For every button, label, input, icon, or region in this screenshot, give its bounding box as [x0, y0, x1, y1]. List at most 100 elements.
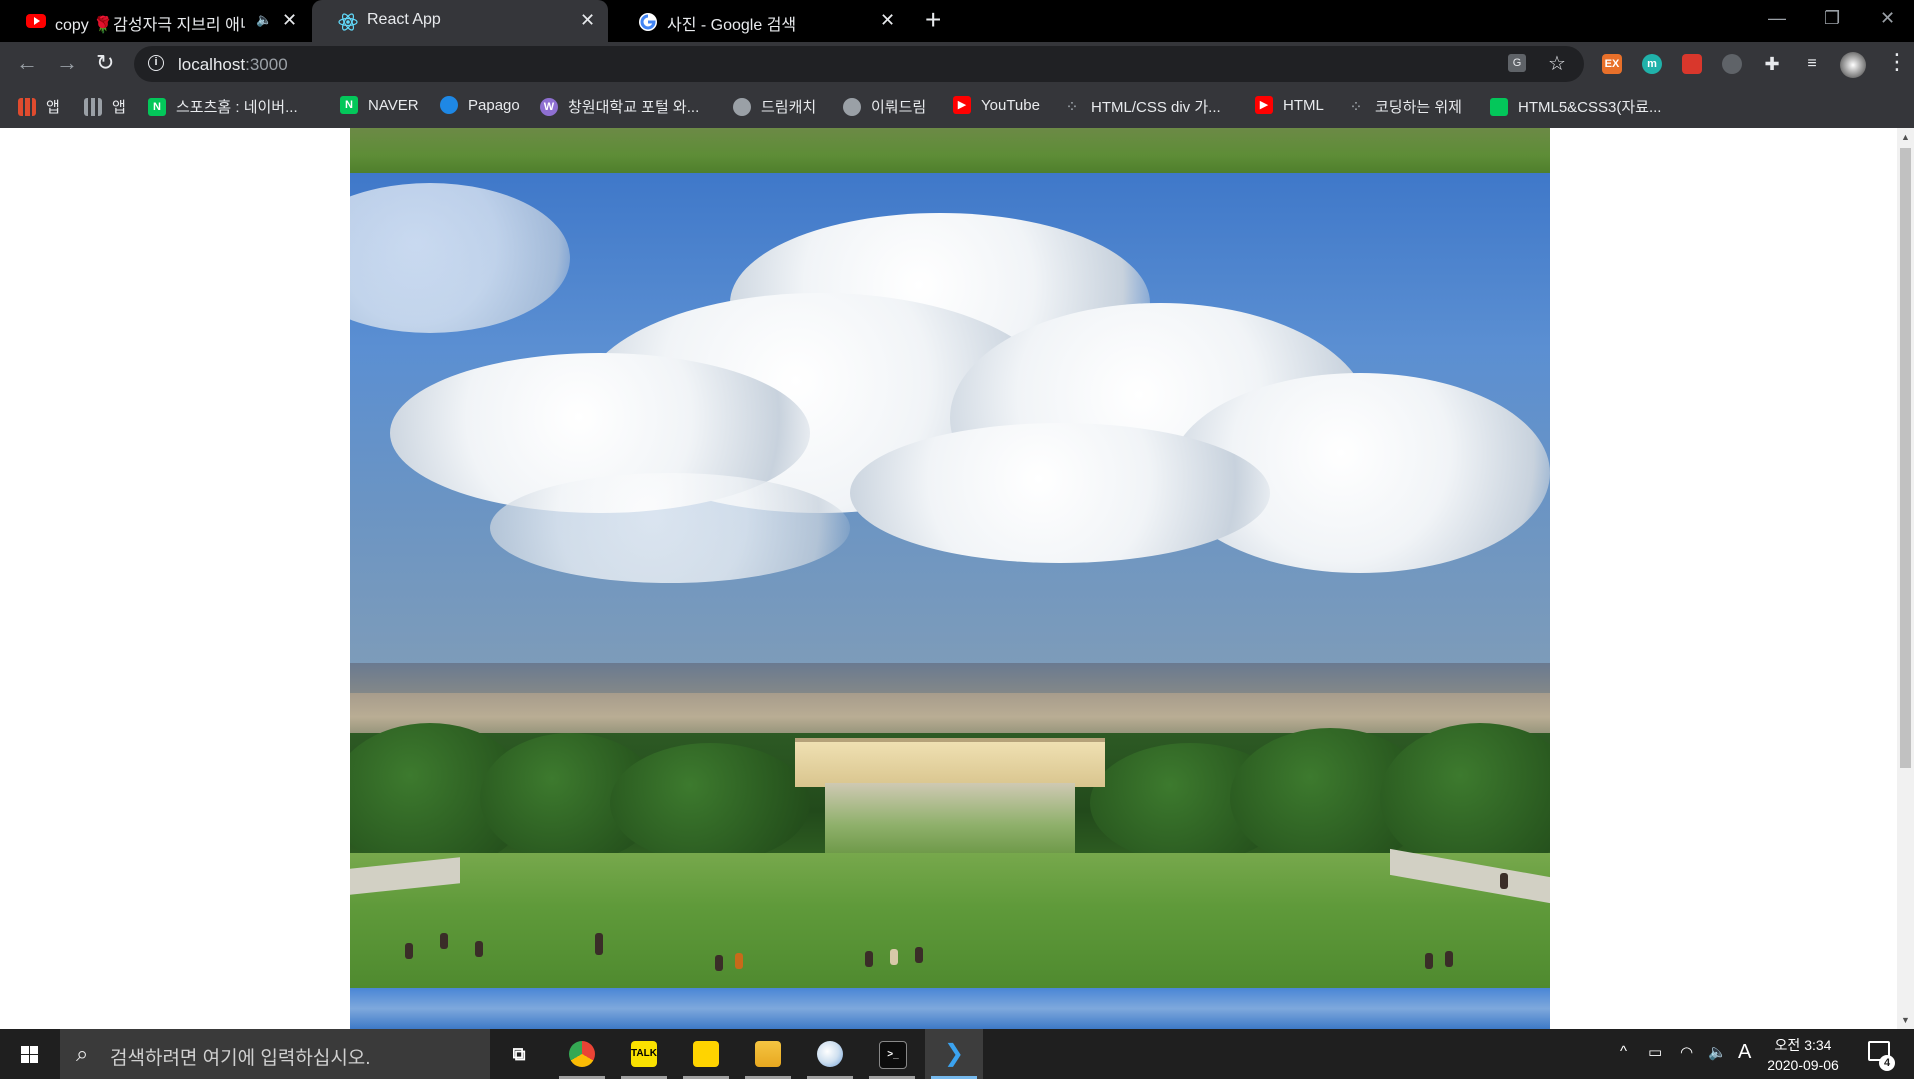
media-controls-icon[interactable]: ≡ — [1802, 54, 1822, 74]
sticky-notes-icon — [693, 1041, 719, 1067]
bookmark-sports[interactable]: N 스포츠홈 : 네이버... — [148, 96, 298, 117]
taskbar-search[interactable]: ⌕ 검색하려면 여기에 입력하십시오. — [60, 1029, 490, 1079]
bookmark-papago[interactable]: Papago — [440, 96, 520, 114]
close-icon[interactable]: ✕ — [282, 10, 297, 31]
restore-icon[interactable]: ❐ — [1824, 8, 1840, 29]
back-icon[interactable]: ← — [16, 51, 38, 75]
person — [915, 947, 923, 963]
lawn — [350, 853, 1550, 988]
task-view-button[interactable]: ⧉ — [490, 1029, 548, 1079]
kakaotalk-app[interactable]: TALK — [615, 1029, 673, 1079]
naver-icon: N — [148, 97, 166, 116]
page-viewport — [0, 128, 1897, 1029]
ime-indicator[interactable]: A — [1738, 1041, 1751, 1064]
dots-icon: ⁘ — [1067, 100, 1077, 113]
tab-title: copy 🌹감성자극 지브리 애니 — [55, 17, 245, 34]
battery-icon[interactable]: ▭ — [1648, 1043, 1662, 1061]
person — [735, 953, 743, 969]
bookmarks-bar: 앱 앱 N 스포츠홈 : 네이버... N NAVER Papago W 창원대… — [0, 86, 1914, 128]
minimize-icon[interactable]: — — [1768, 8, 1786, 29]
forward-icon[interactable]: → — [56, 51, 78, 75]
file-explorer-app[interactable] — [739, 1029, 797, 1079]
youtube-icon — [26, 12, 46, 30]
person — [1445, 951, 1453, 967]
bookmark-irueodeurim[interactable]: 이뤄드림 — [843, 96, 926, 117]
terminal-icon: >_ — [879, 1041, 907, 1069]
ex-extension-icon[interactable]: EX — [1602, 54, 1622, 74]
tab-title: 사진 - Google 검색 — [667, 17, 797, 34]
site-info-icon[interactable]: i — [148, 55, 164, 71]
bookmark-star-icon[interactable]: ☆ — [1548, 51, 1566, 76]
cloud — [490, 473, 850, 583]
m-extension-icon[interactable]: m — [1642, 54, 1662, 74]
search-icon: ⌕ — [76, 1041, 89, 1066]
vscode-icon: ❯ — [943, 1040, 965, 1067]
globe-icon — [843, 97, 861, 116]
kakaotalk-icon: TALK — [631, 1041, 657, 1067]
bookmark-apps[interactable]: 앱 — [18, 96, 60, 117]
vscode-app[interactable]: ❯ — [925, 1029, 983, 1079]
bookmark-university[interactable]: W 창원대학교 포털 와... — [540, 96, 699, 117]
task-view-icon: ⧉ — [512, 1044, 526, 1064]
chrome-app[interactable] — [553, 1029, 611, 1079]
bookmark-html-css-div[interactable]: ⁘ HTML/CSS div 가... — [1063, 96, 1220, 117]
bookmark-html[interactable]: ▶ HTML — [1255, 96, 1324, 114]
browser-toolbar: ← → ↻ i localhost:3000 G ☆ EX m ✚ ≡ ⋮ — [0, 42, 1914, 86]
apps-grid-icon — [84, 97, 102, 116]
terminal-app[interactable]: >_ — [863, 1029, 921, 1079]
bookmark-dreamcatch[interactable]: 드림캐치 — [733, 96, 816, 117]
window-close-icon[interactable]: ✕ — [1880, 8, 1895, 29]
scroll-thumb[interactable] — [1900, 148, 1911, 768]
scroll-up-icon[interactable]: ▲ — [1901, 132, 1910, 142]
person — [405, 943, 413, 959]
file-explorer-icon — [755, 1041, 781, 1067]
tab-google-search[interactable]: 사진 - Google 검색 ✕ — [612, 0, 908, 42]
sticky-notes-app[interactable] — [677, 1029, 735, 1079]
person — [440, 933, 448, 949]
person — [595, 933, 603, 955]
puzzle-icon[interactable]: ✚ — [1762, 54, 1782, 74]
notification-count: 4 — [1879, 1055, 1895, 1071]
react-icon — [338, 12, 358, 31]
tab-youtube[interactable]: copy 🌹감성자극 지브리 애니 🔈 ✕ — [0, 0, 305, 42]
bookmark-html5-css3[interactable]: HTML5&CSS3(자료... — [1490, 96, 1661, 117]
bookmark-apps[interactable]: 앱 — [84, 96, 126, 117]
start-button[interactable] — [0, 1029, 60, 1079]
avatar[interactable] — [1840, 52, 1866, 78]
mouse-extension-icon[interactable] — [1722, 54, 1742, 74]
bookmark-youtube[interactable]: ▶ YouTube — [953, 96, 1040, 114]
bookmark-coding[interactable]: ⁘ 코딩하는 위제 — [1347, 96, 1462, 117]
tab-react-app[interactable]: React App ✕ — [312, 0, 608, 42]
palace — [795, 738, 1105, 787]
translate-icon[interactable]: G — [1508, 54, 1526, 72]
globe-icon — [733, 97, 751, 116]
university-icon: W — [540, 97, 558, 116]
windows-icon — [21, 1046, 38, 1063]
bookmark-naver[interactable]: N NAVER — [340, 96, 419, 114]
close-icon[interactable]: ✕ — [880, 10, 895, 31]
person — [890, 949, 898, 965]
landscape-photo — [350, 173, 1550, 988]
page-scrollbar[interactable]: ▲ ▼ — [1897, 128, 1914, 1029]
reload-icon[interactable]: ↻ — [96, 51, 114, 75]
search-placeholder: 검색하려면 여기에 입력하십시오. — [110, 1048, 371, 1069]
close-icon[interactable]: ✕ — [580, 10, 595, 31]
taskbar: ⌕ 검색하려면 여기에 입력하십시오. ⧉ TALK >_ ❯ ^ ▭ ◠ 🔈 … — [0, 1029, 1914, 1079]
address-bar[interactable]: i localhost:3000 G ☆ — [134, 46, 1584, 82]
menu-icon[interactable]: ⋮ — [1886, 50, 1908, 74]
new-tab-button[interactable]: + — [925, 6, 941, 34]
paint-app[interactable] — [801, 1029, 859, 1079]
wifi-icon[interactable]: ◠ — [1680, 1043, 1693, 1061]
red-extension-icon[interactable] — [1682, 54, 1702, 74]
tray-overflow-icon[interactable]: ^ — [1620, 1043, 1627, 1060]
clock[interactable]: 오전 3:34 2020-09-06 — [1758, 1035, 1848, 1075]
url-text: localhost:3000 — [178, 55, 288, 74]
papago-icon — [440, 96, 458, 114]
scroll-down-icon[interactable]: ▼ — [1901, 1015, 1910, 1025]
dots-icon: ⁘ — [1351, 100, 1361, 113]
person — [865, 951, 873, 967]
volume-icon[interactable]: 🔈 — [1708, 1043, 1727, 1061]
person — [715, 955, 723, 971]
photo-previous — [350, 128, 1550, 173]
speaker-icon[interactable]: 🔈 — [256, 12, 272, 28]
